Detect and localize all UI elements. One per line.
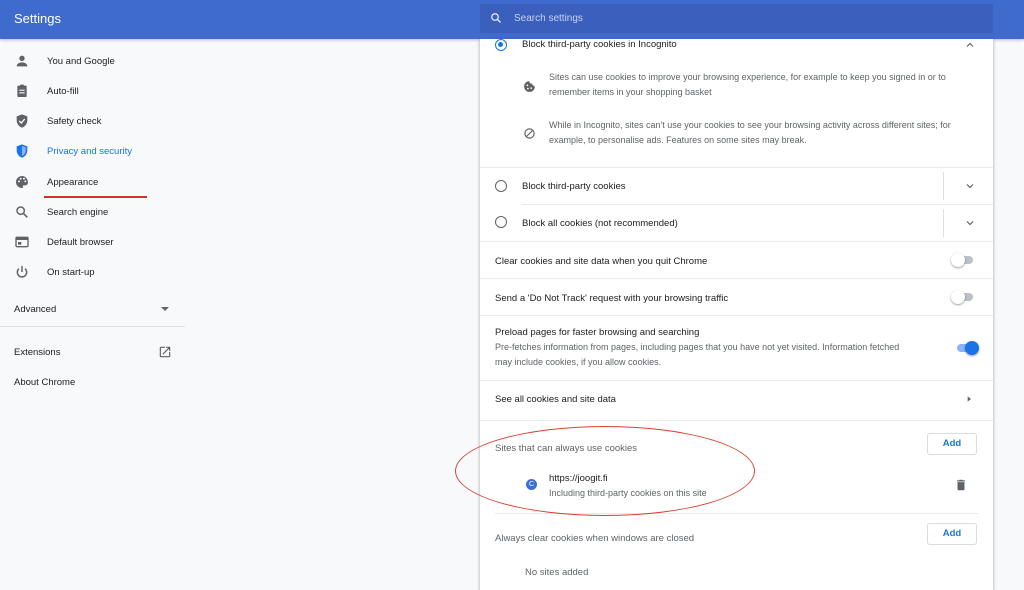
vertical-separator (943, 209, 944, 237)
divider (480, 420, 993, 421)
sidebar-item-label: Default browser (47, 237, 114, 248)
option-block-all: Block all cookies (not recommended) (522, 218, 678, 229)
sidebar-extensions[interactable]: Extensions (14, 347, 60, 358)
search-icon (16, 206, 28, 218)
sidebar-item-safety-check[interactable]: Safety check (0, 108, 185, 134)
shield-check-icon (16, 114, 28, 128)
sidebar-about-chrome[interactable]: About Chrome (14, 377, 75, 388)
always-clear-title: Always clear cookies when windows are cl… (495, 533, 695, 544)
preload-title: Preload pages for faster browsing and se… (495, 327, 700, 338)
vertical-separator (943, 172, 944, 200)
preload-description: Pre-fetches information from pages, incl… (495, 342, 900, 367)
see-all-cookies-label: See all cookies and site data (495, 394, 616, 405)
site-url: https://joogit.fi (549, 473, 608, 484)
see-all-cookies-row[interactable]: See all cookies and site data (480, 380, 993, 420)
radio-block-all[interactable] (495, 216, 507, 228)
sidebar-advanced[interactable]: Advanced (14, 304, 56, 315)
sidebar-item-label: Privacy and security (47, 146, 133, 157)
sidebar: You and Google Auto-fill Safety check Pr… (0, 39, 185, 590)
add-clear-site-button[interactable]: Add (927, 523, 977, 545)
open-in-new-icon[interactable] (158, 345, 172, 359)
sidebar-item-privacy-and-security[interactable]: Privacy and security (0, 138, 185, 164)
clear-on-quit-label: Clear cookies and site data when you qui… (495, 256, 708, 267)
chevron-up-icon[interactable] (964, 39, 976, 51)
search-icon (491, 13, 501, 23)
annotation-underline (44, 196, 147, 198)
do-not-track-toggle[interactable] (951, 289, 975, 305)
site-description: Including third-party cookies on this si… (549, 488, 707, 498)
clear-on-quit-toggle[interactable] (951, 252, 975, 268)
clipboard-icon (17, 84, 27, 97)
sidebar-item-search-engine[interactable]: Search engine (0, 199, 185, 225)
cookie-icon (524, 81, 535, 92)
chevron-down-icon[interactable] (161, 307, 169, 311)
divider (522, 204, 993, 205)
chevron-down-icon[interactable] (964, 180, 976, 192)
sidebar-item-label: Search engine (47, 207, 109, 218)
preload-toggle[interactable] (955, 340, 979, 356)
search-placeholder: Search settings (514, 13, 583, 24)
option-block-incognito: Block third-party cookies in Incognito (522, 39, 677, 50)
divider (480, 278, 993, 279)
cookies-settings-card: Block third-party cookies in Incognito S… (480, 39, 993, 590)
always-use-title: Sites that can always use cookies (495, 443, 638, 454)
palette-icon (16, 176, 28, 188)
app-title: Settings (14, 11, 61, 26)
no-sites-added: No sites added (525, 567, 589, 578)
chevron-down-icon[interactable] (964, 217, 976, 229)
sidebar-item-you-and-google[interactable]: You and Google (0, 48, 185, 74)
sidebar-item-label: You and Google (47, 56, 115, 67)
top-bar: Settings Search settings (0, 0, 1024, 39)
search-input[interactable]: Search settings (480, 4, 993, 33)
radio-block-incognito[interactable] (495, 39, 507, 51)
sidebar-item-on-startup[interactable]: On start-up (0, 259, 185, 285)
arrow-right-icon (967, 396, 971, 402)
delete-icon[interactable] (954, 478, 968, 492)
site-favicon: C (526, 479, 537, 490)
divider (480, 167, 993, 168)
sidebar-item-label: On start-up (47, 267, 95, 278)
add-allowed-site-button[interactable]: Add (927, 433, 977, 455)
divider (480, 241, 993, 242)
divider (495, 513, 978, 514)
sidebar-item-autofill[interactable]: Auto-fill (0, 78, 185, 104)
do-not-track-label: Send a 'Do Not Track' request with your … (495, 293, 729, 304)
sidebar-item-label: Auto-fill (47, 86, 79, 97)
incognito-detail-cookies: Sites can use cookies to improve your br… (549, 72, 946, 97)
divider (480, 315, 993, 316)
incognito-detail-tracking: While in Incognito, sites can't use your… (549, 120, 951, 145)
option-block-third-party: Block third-party cookies (522, 181, 626, 192)
radio-block-third-party[interactable] (495, 180, 507, 192)
sidebar-item-label: Appearance (47, 177, 99, 188)
sidebar-item-default-browser[interactable]: Default browser (0, 229, 185, 255)
power-icon (16, 266, 28, 278)
block-icon (524, 128, 535, 139)
browser-icon (15, 236, 29, 248)
sidebar-divider (0, 326, 185, 327)
sidebar-item-label: Safety check (47, 116, 102, 127)
person-icon (16, 55, 28, 67)
sidebar-item-appearance[interactable]: Appearance (0, 169, 185, 195)
shield-icon (16, 144, 28, 158)
